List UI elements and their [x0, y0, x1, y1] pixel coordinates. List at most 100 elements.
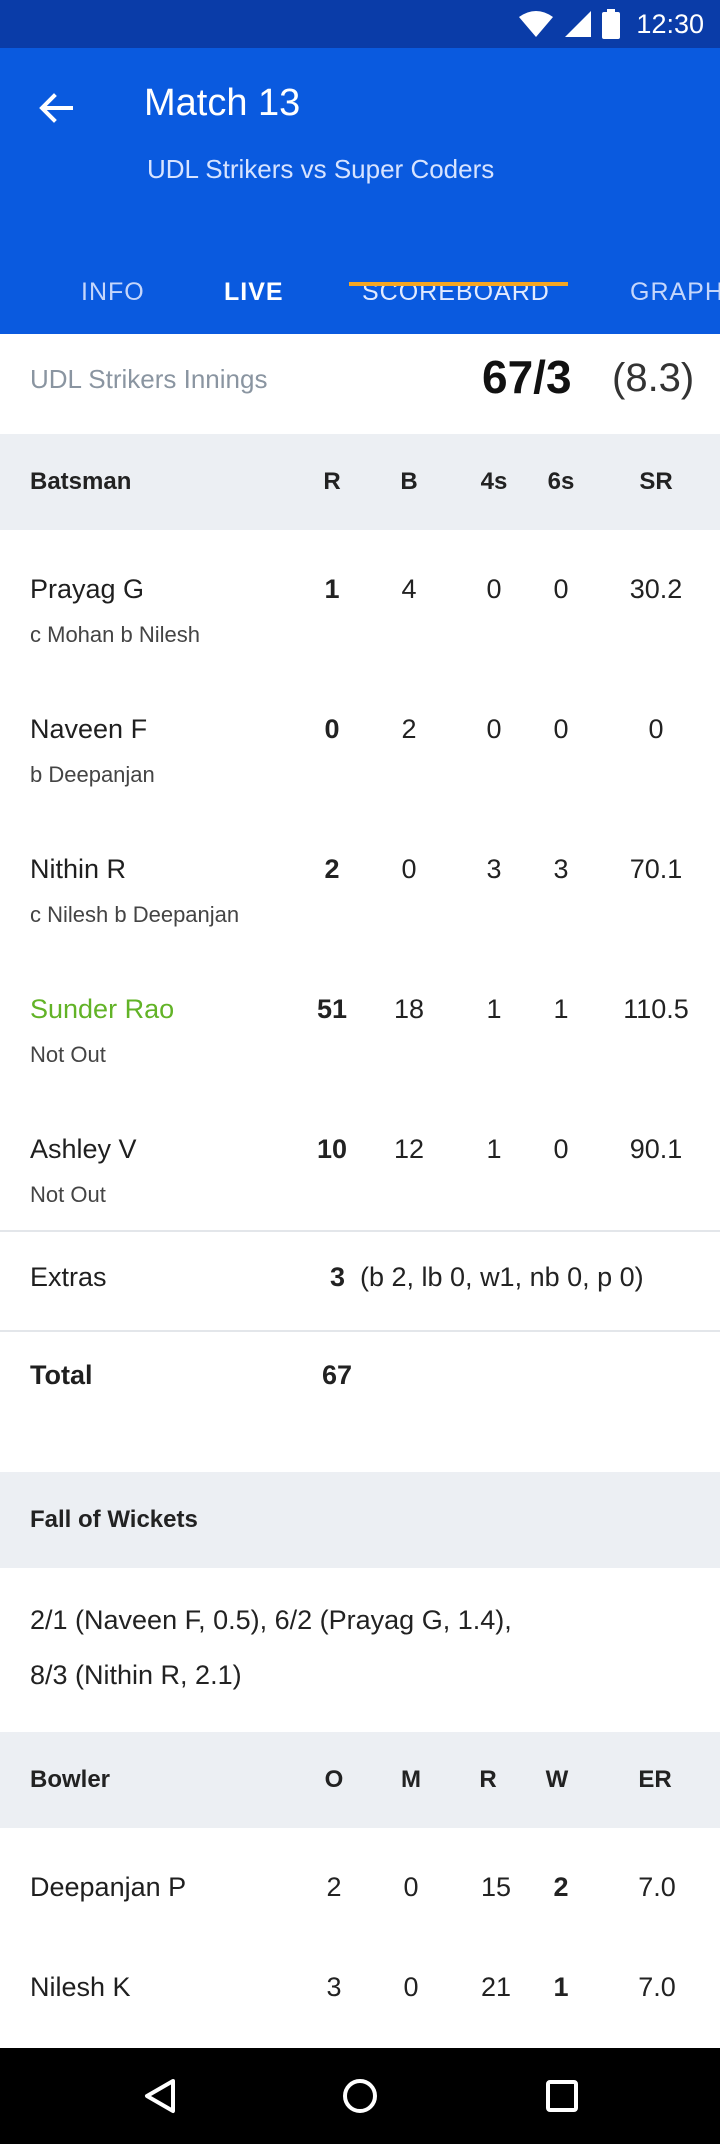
batsman-row[interactable]: Naveen F b Deepanjan 0 2 0 0 0: [0, 692, 720, 832]
batsman-fours: 3: [486, 854, 502, 884]
maidens-column-header: M: [401, 1766, 421, 1793]
status-icons: 12:30: [518, 0, 704, 48]
back-button[interactable]: [26, 78, 86, 138]
batsman-runs: 10: [316, 1134, 348, 1164]
batsman-balls: 4: [401, 574, 417, 604]
bowler-row[interactable]: Deepanjan P 2 0 15 2 7.0: [0, 1848, 720, 1948]
arrow-left-icon: [39, 93, 73, 123]
bowler-runs: 21: [480, 1972, 512, 2002]
batsman-row[interactable]: Nithin R c Nilesh b Deepanjan 2 0 3 3 70…: [0, 832, 720, 972]
battery-icon: [602, 9, 621, 39]
innings-summary: UDL Strikers Innings 67/3 (8.3): [0, 334, 720, 434]
batsman-fours: 0: [486, 714, 502, 744]
batsman-balls: 2: [401, 714, 417, 744]
nav-recents-button[interactable]: [538, 2072, 586, 2120]
bowler-economy: 7.0: [638, 1972, 676, 2002]
batsman-row[interactable]: Sunder Rao Not Out 51 18 1 1 110.5: [0, 972, 720, 1112]
innings-team: UDL Strikers Innings: [30, 364, 268, 394]
bowler-overs: 3: [326, 1972, 342, 2002]
fall-of-wickets-header: Fall of Wickets: [0, 1472, 720, 1568]
signal-icon: [565, 11, 592, 37]
batsman-dismissal: Not Out: [30, 1182, 106, 1207]
balls-column-header: B: [400, 468, 418, 495]
tab-bar: INFO LIVE SCOREBOARD GRAPH: [0, 278, 720, 334]
bowler-economy: 7.0: [638, 1872, 676, 1902]
bowler-name: Nilesh K: [30, 1972, 131, 2002]
batsman-row[interactable]: Prayag G c Mohan b Nilesh 1 4 0 0 30.2: [0, 552, 720, 692]
overs-column-header: O: [324, 1766, 344, 1793]
status-time: 12:30: [636, 8, 704, 39]
recents-icon: [546, 2080, 578, 2112]
batsman-strike-rate: 0: [648, 714, 664, 744]
batsman-balls: 0: [401, 854, 417, 884]
nav-back-button[interactable]: [136, 2072, 184, 2120]
batsman-runs: 0: [324, 714, 340, 744]
match-subtitle: UDL Strikers vs Super Coders: [147, 154, 495, 184]
navigation-bar: [0, 2048, 720, 2144]
batsman-column-header: Batsman: [30, 468, 132, 495]
bowler-wickets: 1: [553, 1972, 569, 2002]
runs-conceded-column-header: R: [479, 1766, 497, 1793]
total-value: 67: [322, 1360, 353, 1390]
batsman-dismissal: c Nilesh b Deepanjan: [30, 902, 240, 927]
extras-value: 3: [330, 1262, 346, 1292]
batsman-name: Sunder Rao: [30, 994, 175, 1024]
bowler-maidens: 0: [403, 1872, 419, 1902]
fours-column-header: 4s: [480, 468, 508, 495]
bowler-column-header: Bowler: [30, 1766, 111, 1793]
batsman-runs: 51: [316, 994, 348, 1024]
bowler-runs: 15: [480, 1872, 512, 1902]
wickets-column-header: W: [545, 1766, 569, 1793]
batsman-strike-rate: 110.5: [623, 994, 689, 1024]
tab-live[interactable]: LIVE: [224, 278, 284, 334]
innings-overs: (8.3): [612, 356, 695, 400]
bowler-name: Deepanjan P: [30, 1872, 187, 1902]
total-label: Total: [30, 1360, 93, 1390]
tab-indicator: [349, 282, 568, 286]
bowler-row[interactable]: Nilesh K 3 0 21 1 7.0: [0, 1948, 720, 2048]
batsman-dismissal: Not Out: [30, 1042, 106, 1067]
sixes-column-header: 6s: [547, 468, 575, 495]
batsman-balls: 18: [393, 994, 425, 1024]
batsman-fours: 1: [486, 994, 502, 1024]
batsman-runs: 1: [324, 574, 340, 604]
tab-scoreboard[interactable]: SCOREBOARD: [362, 278, 550, 334]
batsman-fours: 0: [486, 574, 502, 604]
bowler-maidens: 0: [403, 1972, 419, 2002]
batsman-sixes: 0: [553, 714, 569, 744]
nav-home-button[interactable]: [336, 2072, 384, 2120]
batsman-dismissal: c Mohan b Nilesh: [30, 622, 200, 647]
bowler-overs: 2: [326, 1872, 342, 1902]
batting-header: Batsman R B 4s 6s SR: [0, 434, 720, 530]
batsman-name: Nithin R: [30, 854, 127, 884]
batsman-sixes: 3: [553, 854, 569, 884]
batsman-sixes: 1: [553, 994, 569, 1024]
status-bar: 12:30: [0, 0, 720, 48]
fall-of-wickets-line: 2/1 (Naveen F, 0.5), 6/2 (Prayag G, 1.4)…: [30, 1605, 512, 1635]
batsman-balls: 12: [393, 1134, 425, 1164]
back-icon: [145, 2079, 175, 2113]
fall-of-wickets-title: Fall of Wickets: [30, 1506, 198, 1533]
economy-column-header: ER: [638, 1766, 672, 1793]
batsman-name: Prayag G: [30, 574, 145, 604]
batsman-runs: 2: [324, 854, 340, 884]
batsman-fours: 1: [486, 1134, 502, 1164]
extras-label: Extras: [30, 1262, 107, 1292]
batsman-dismissal: b Deepanjan: [30, 762, 155, 787]
bowling-header: Bowler O M R W ER: [0, 1732, 720, 1828]
fall-of-wickets-line: 8/3 (Nithin R, 2.1): [30, 1660, 242, 1690]
tab-info[interactable]: INFO: [81, 278, 145, 334]
batsman-strike-rate: 30.2: [629, 574, 683, 604]
page-title: Match 13: [144, 82, 301, 124]
batsman-name: Ashley V: [30, 1134, 137, 1164]
divider: [0, 1330, 720, 1332]
innings-score: 67/3: [482, 351, 572, 403]
batsman-strike-rate: 90.1: [629, 1134, 683, 1164]
wifi-icon: [519, 11, 554, 37]
batsman-strike-rate: 70.1: [629, 854, 683, 884]
tab-graph[interactable]: GRAPH: [630, 278, 720, 334]
extras-row: Extras 3 (b 2, lb 0, w1, nb 0, p 0): [0, 1232, 720, 1332]
strike-rate-column-header: SR: [639, 468, 673, 495]
extras-detail: (b 2, lb 0, w1, nb 0, p 0): [360, 1262, 644, 1292]
batsman-sixes: 0: [553, 574, 569, 604]
